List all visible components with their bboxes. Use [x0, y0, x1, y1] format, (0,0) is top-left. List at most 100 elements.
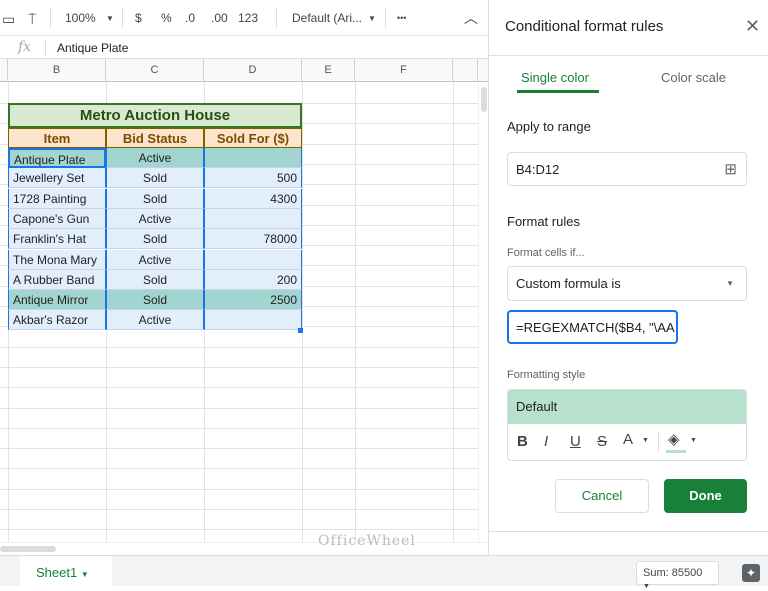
fill-handle[interactable]: [298, 328, 303, 333]
table-cell[interactable]: 4300: [204, 189, 302, 209]
column-header-e[interactable]: E: [302, 59, 355, 82]
grid-line: [0, 367, 478, 368]
panel-title: Conditional format rules: [505, 18, 664, 35]
strikethrough-button[interactable]: S: [597, 433, 607, 450]
chevron-down-icon: ▼: [642, 437, 649, 444]
table-cell[interactable]: 1728 Painting: [8, 189, 106, 209]
tab-single-color[interactable]: Single color: [521, 70, 589, 85]
formatting-style-box: Default B I U S A ▼ ◈ ▼: [507, 389, 747, 461]
custom-formula-input[interactable]: =REGEXMATCH($B4, "\AA: [507, 310, 678, 344]
paint-format-icon[interactable]: ⍑: [28, 11, 36, 28]
table-cell[interactable]: Antique Mirror: [8, 290, 106, 310]
table-cell[interactable]: Sold: [106, 229, 204, 249]
table-cell[interactable]: Akbar's Razor: [8, 310, 106, 330]
table-cell[interactable]: Sold: [106, 168, 204, 188]
more-button[interactable]: •••: [397, 13, 406, 23]
formula-input[interactable]: Antique Plate: [57, 41, 128, 55]
percent-button[interactable]: %: [161, 11, 172, 25]
table-cell[interactable]: A Rubber Band: [8, 270, 106, 290]
italic-button[interactable]: I: [544, 433, 548, 450]
apply-range-label: Apply to range: [507, 119, 591, 134]
chevron-down-icon: ▼: [690, 437, 697, 444]
formatting-style-label: Formatting style: [507, 369, 586, 381]
sum-indicator[interactable]: Sum: 85500 ▼: [636, 561, 719, 590]
done-button[interactable]: Done: [664, 479, 747, 513]
grid-line: [0, 408, 478, 409]
column-header-c[interactable]: C: [106, 59, 204, 82]
currency-button[interactable]: $: [135, 11, 142, 25]
table-cell[interactable]: 200: [204, 270, 302, 290]
table-cell[interactable]: 2500: [204, 290, 302, 310]
format-cells-if-label: Format cells if...: [507, 247, 585, 259]
explore-icon[interactable]: ✦: [742, 564, 760, 582]
grid-line: [0, 529, 478, 530]
grid-line: [302, 82, 303, 542]
sum-value: Sum: 85500: [643, 567, 703, 579]
bold-button[interactable]: B: [517, 433, 528, 450]
table-cell[interactable]: Active: [106, 148, 204, 168]
table-cell[interactable]: 78000: [204, 229, 302, 249]
sheet-tab-sheet1[interactable]: Sheet1 ▼: [20, 556, 112, 587]
grid-line: [0, 428, 478, 429]
close-icon[interactable]: ✕: [745, 16, 760, 37]
text-color-button[interactable]: A: [623, 431, 633, 448]
grid-line: [0, 387, 478, 388]
chevron-down-icon: ▼: [726, 279, 734, 288]
grid-line: [0, 489, 478, 490]
table-cell[interactable]: Franklin's Hat: [8, 229, 106, 249]
grid-line: [0, 468, 478, 469]
table-cell[interactable]: [204, 148, 302, 168]
chevron-down-icon: ▼: [643, 583, 650, 590]
select-range-icon[interactable]: ⊞: [724, 160, 737, 178]
cancel-button[interactable]: Cancel: [555, 479, 649, 513]
table-cell[interactable]: [204, 250, 302, 270]
grid-line: [0, 448, 478, 449]
range-input[interactable]: B4:D12 ⊞: [507, 152, 747, 186]
conditional-format-panel: Conditional format rules ✕ Single color …: [488, 0, 768, 555]
more-formats-button[interactable]: 123: [238, 11, 258, 25]
header-cell[interactable]: Sold For ($): [204, 128, 302, 148]
table-cell[interactable]: Antique Plate: [8, 148, 106, 168]
fill-color-icon[interactable]: ◈: [668, 430, 680, 448]
fx-icon: fx: [18, 39, 32, 55]
chevron-down-icon: ▼: [80, 570, 89, 579]
table-cell[interactable]: 500: [204, 168, 302, 188]
condition-select[interactable]: Custom formula is ▼: [507, 266, 747, 301]
zoom-select[interactable]: 100%: [65, 11, 96, 25]
table-cell[interactable]: Capone's Gun: [8, 209, 106, 229]
font-select[interactable]: Default (Ari...: [292, 11, 362, 25]
tab-color-scale[interactable]: Color scale: [661, 70, 726, 85]
condition-value: Custom formula is: [516, 276, 621, 291]
column-header-f[interactable]: F: [355, 59, 453, 82]
sheet-title[interactable]: Metro Auction House: [8, 103, 302, 128]
grid-line: [0, 509, 478, 510]
table-cell[interactable]: Jewellery Set: [8, 168, 106, 188]
chevron-down-icon: ▼: [368, 14, 376, 23]
print-icon[interactable]: ▭: [2, 11, 15, 28]
table-cell[interactable]: Sold: [106, 189, 204, 209]
table-cell[interactable]: [204, 310, 302, 330]
column-header-b[interactable]: B: [8, 59, 106, 82]
grid-line: [355, 82, 356, 542]
vertical-scrollbar[interactable]: [478, 82, 488, 542]
sheet-tab-bar: Sheet1 ▼ Sum: 85500 ▼ ✦: [0, 555, 768, 590]
sheet-tab-label: Sheet1: [36, 565, 78, 580]
header-cell[interactable]: Bid Status: [106, 128, 204, 148]
table-cell[interactable]: Sold: [106, 270, 204, 290]
table-cell[interactable]: Active: [106, 310, 204, 330]
header-cell[interactable]: Item: [8, 128, 106, 148]
table-cell[interactable]: The Mona Mary: [8, 250, 106, 270]
increase-decimal-button[interactable]: .00: [211, 11, 228, 25]
decrease-decimal-button[interactable]: .0: [185, 11, 195, 25]
watermark: OfficeWheel: [318, 533, 416, 549]
grid-line: [453, 82, 454, 542]
collapse-toolbar-icon[interactable]: ︿: [464, 8, 478, 28]
style-preview[interactable]: Default: [508, 390, 746, 424]
table-cell[interactable]: [204, 209, 302, 229]
table-cell[interactable]: Active: [106, 250, 204, 270]
chevron-down-icon: ▼: [106, 14, 114, 23]
table-cell[interactable]: Sold: [106, 290, 204, 310]
underline-button[interactable]: U: [570, 433, 581, 450]
column-header-d[interactable]: D: [204, 59, 302, 82]
table-cell[interactable]: Active: [106, 209, 204, 229]
